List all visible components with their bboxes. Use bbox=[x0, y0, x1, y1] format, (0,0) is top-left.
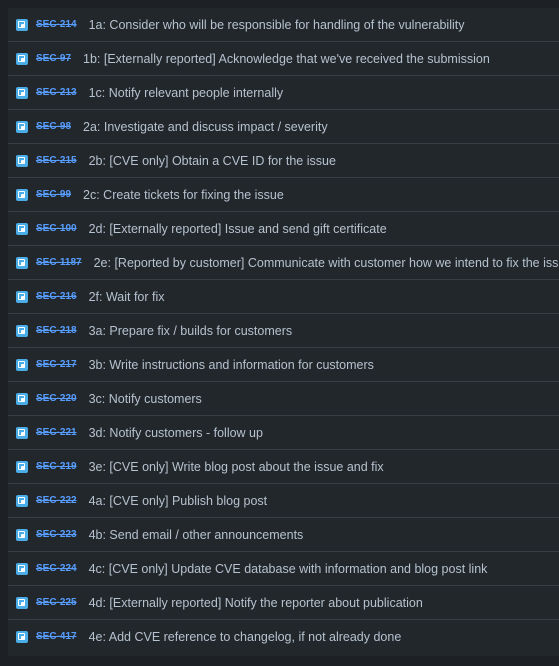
issue-summary[interactable]: 4a: [CVE only] Publish blog post bbox=[89, 494, 268, 508]
subtask-icon bbox=[16, 392, 28, 405]
subtask-icon bbox=[16, 188, 28, 201]
issue-summary[interactable]: 4d: [Externally reported] Notify the rep… bbox=[89, 596, 423, 610]
issue-row[interactable]: SEC-218 3a: Prepare fix / builds for cust… bbox=[8, 314, 559, 348]
issue-summary[interactable]: 4e: Add CVE reference to changelog, if n… bbox=[89, 630, 402, 644]
issue-key-link[interactable]: SEC-225 bbox=[36, 597, 77, 608]
subtask-icon bbox=[16, 528, 28, 541]
issue-key-link[interactable]: SEC-223 bbox=[36, 529, 77, 540]
subtask-icon bbox=[16, 596, 28, 609]
subtask-icon bbox=[16, 86, 28, 99]
issue-row[interactable]: SEC-219 3e: [CVE only] Write blog post ab… bbox=[8, 450, 559, 484]
issue-row[interactable]: SEC-223 4b: Send email / other announceme… bbox=[8, 518, 559, 552]
issue-key-link[interactable]: SEC-213 bbox=[36, 87, 77, 98]
issue-row[interactable]: SEC-220 3c: Notify customers bbox=[8, 382, 559, 416]
issue-summary[interactable]: 2c: Create tickets for fixing the issue bbox=[83, 188, 284, 202]
issue-row[interactable]: SEC-100 2d: [Externally reported] Issue a… bbox=[8, 212, 559, 246]
issue-summary[interactable]: 2f: Wait for fix bbox=[89, 290, 165, 304]
subtask-icon bbox=[16, 494, 28, 507]
subtask-icon bbox=[16, 630, 28, 643]
subtask-icon bbox=[16, 426, 28, 439]
issue-summary[interactable]: 3a: Prepare fix / builds for customers bbox=[89, 324, 293, 338]
child-issues-list: SEC-214 1a: Consider who will be responsi… bbox=[8, 8, 559, 656]
subtask-icon bbox=[16, 290, 28, 303]
issue-row[interactable]: SEC-1187 2e: [Reported by customer] Commu… bbox=[8, 246, 559, 280]
issue-row[interactable]: SEC-224 4c: [CVE only] Update CVE databas… bbox=[8, 552, 559, 586]
issue-summary[interactable]: 2e: [Reported by customer] Communicate w… bbox=[94, 256, 559, 270]
subtask-icon bbox=[16, 52, 28, 65]
issue-key-link[interactable]: SEC-222 bbox=[36, 495, 77, 506]
issue-row[interactable]: SEC-97 1b: [Externally reported] Acknowle… bbox=[8, 42, 559, 76]
subtask-icon bbox=[16, 18, 28, 31]
issue-key-link[interactable]: SEC-220 bbox=[36, 393, 77, 404]
issue-key-link[interactable]: SEC-217 bbox=[36, 359, 77, 370]
issue-summary[interactable]: 1a: Consider who will be responsible for… bbox=[89, 18, 465, 32]
issue-row[interactable]: SEC-215 2b: [CVE only] Obtain a CVE ID fo… bbox=[8, 144, 559, 178]
issue-key-link[interactable]: SEC-214 bbox=[36, 19, 77, 30]
issue-key-link[interactable]: SEC-224 bbox=[36, 563, 77, 574]
issue-key-link[interactable]: SEC-216 bbox=[36, 291, 77, 302]
issue-row[interactable]: SEC-99 2c: Create tickets for fixing the … bbox=[8, 178, 559, 212]
issue-summary[interactable]: 4b: Send email / other announcements bbox=[89, 528, 304, 542]
issue-row[interactable]: SEC-222 4a: [CVE only] Publish blog post bbox=[8, 484, 559, 518]
issue-row[interactable]: SEC-216 2f: Wait for fix bbox=[8, 280, 559, 314]
issue-key-link[interactable]: SEC-417 bbox=[36, 631, 77, 642]
issue-summary[interactable]: 2a: Investigate and discuss impact / sev… bbox=[83, 120, 328, 134]
issue-summary[interactable]: 3e: [CVE only] Write blog post about the… bbox=[89, 460, 384, 474]
issue-key-link[interactable]: SEC-218 bbox=[36, 325, 77, 336]
issue-key-link[interactable]: SEC-1187 bbox=[36, 257, 82, 268]
subtask-icon bbox=[16, 460, 28, 473]
issue-key-link[interactable]: SEC-98 bbox=[36, 121, 71, 132]
subtask-icon bbox=[16, 256, 28, 269]
issue-key-link[interactable]: SEC-221 bbox=[36, 427, 77, 438]
issue-row[interactable]: SEC-213 1c: Notify relevant people intern… bbox=[8, 76, 559, 110]
issue-key-link[interactable]: SEC-219 bbox=[36, 461, 77, 472]
subtask-icon bbox=[16, 358, 28, 371]
issue-row[interactable]: SEC-98 2a: Investigate and discuss impact… bbox=[8, 110, 559, 144]
issue-row[interactable]: SEC-221 3d: Notify customers - follow up bbox=[8, 416, 559, 450]
issue-row[interactable]: SEC-217 3b: Write instructions and inform… bbox=[8, 348, 559, 382]
issue-row[interactable]: SEC-225 4d: [Externally reported] Notify … bbox=[8, 586, 559, 620]
subtask-icon bbox=[16, 222, 28, 235]
issue-summary[interactable]: 1c: Notify relevant people internally bbox=[89, 86, 284, 100]
subtask-icon bbox=[16, 154, 28, 167]
issue-row[interactable]: SEC-417 4e: Add CVE reference to changelo… bbox=[8, 620, 559, 653]
subtask-icon bbox=[16, 324, 28, 337]
issue-key-link[interactable]: SEC-100 bbox=[36, 223, 77, 234]
issue-summary[interactable]: 1b: [Externally reported] Acknowledge th… bbox=[83, 52, 490, 66]
issue-summary[interactable]: 3c: Notify customers bbox=[89, 392, 202, 406]
issue-summary[interactable]: 4c: [CVE only] Update CVE database with … bbox=[89, 562, 488, 576]
issue-summary[interactable]: 3b: Write instructions and information f… bbox=[89, 358, 374, 372]
issue-summary[interactable]: 2b: [CVE only] Obtain a CVE ID for the i… bbox=[89, 154, 336, 168]
issue-summary[interactable]: 2d: [Externally reported] Issue and send… bbox=[89, 222, 387, 236]
subtask-icon bbox=[16, 120, 28, 133]
issue-summary[interactable]: 3d: Notify customers - follow up bbox=[89, 426, 263, 440]
issue-key-link[interactable]: SEC-215 bbox=[36, 155, 77, 166]
issue-key-link[interactable]: SEC-99 bbox=[36, 189, 71, 200]
subtask-icon bbox=[16, 562, 28, 575]
issue-row[interactable]: SEC-214 1a: Consider who will be responsi… bbox=[8, 8, 559, 42]
issue-key-link[interactable]: SEC-97 bbox=[36, 53, 71, 64]
